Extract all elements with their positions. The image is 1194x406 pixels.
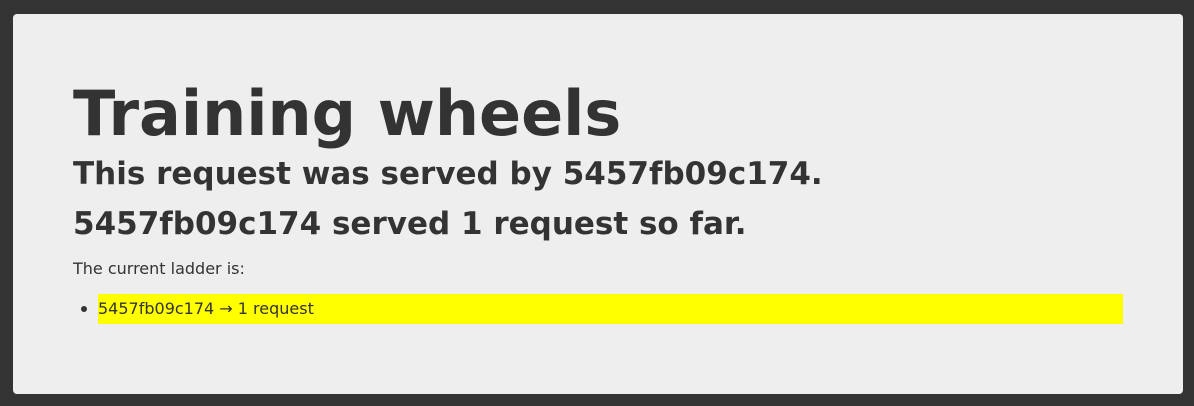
request-count-heading: 5457fb09c174 served 1 request so far.	[73, 206, 747, 242]
ladder-item: 5457fb09c174 → 1 request	[81, 294, 1123, 324]
bullet-icon	[81, 306, 87, 312]
ladder-intro-text: The current ladder is:	[73, 259, 245, 278]
content-card: Training wheels This request was served …	[13, 14, 1183, 394]
page-title: Training wheels	[73, 77, 622, 150]
ladder-item-text: 5457fb09c174 → 1 request	[98, 299, 314, 318]
ladder-list: 5457fb09c174 → 1 request	[81, 294, 1123, 324]
served-by-heading: This request was served by 5457fb09c174.	[73, 156, 823, 192]
